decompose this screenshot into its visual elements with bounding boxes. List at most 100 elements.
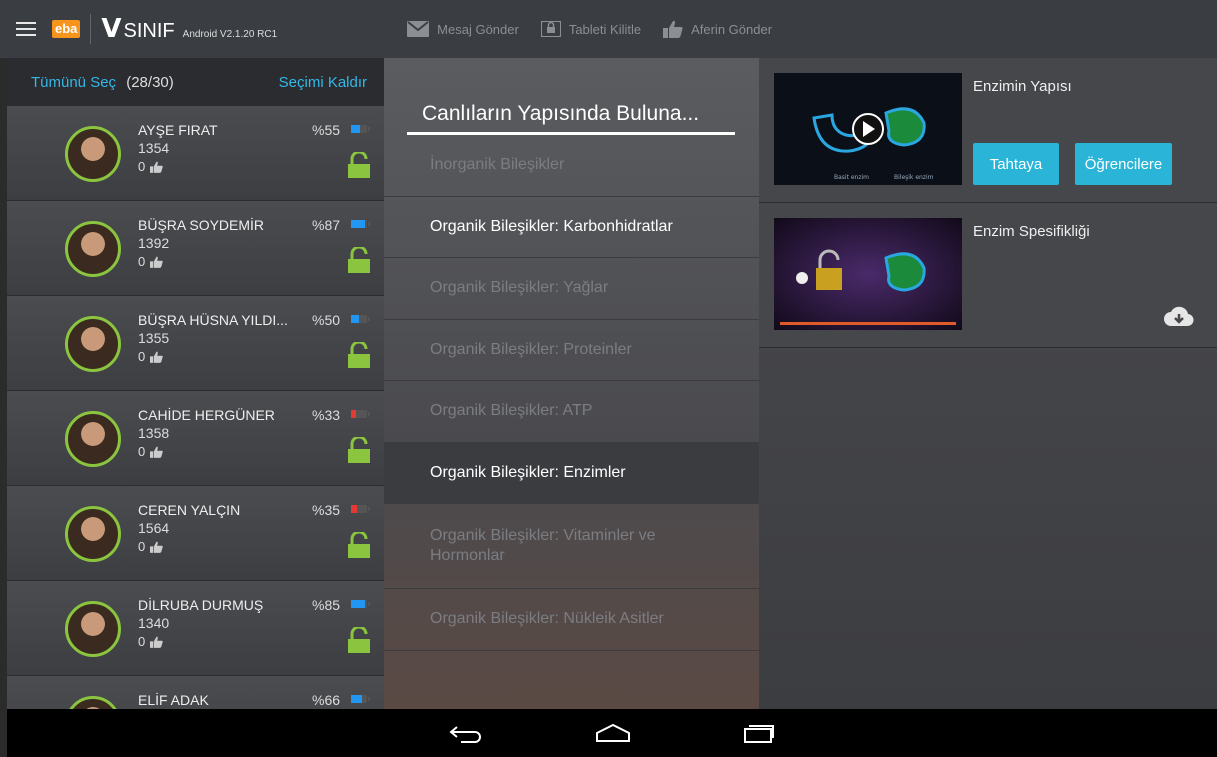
video-item[interactable]: Basit enzim Bileşik enzim Enzimin Yapısı… <box>759 58 1217 203</box>
send-praise-label: Aferin Gönder <box>691 21 773 37</box>
student-avatar <box>65 601 121 657</box>
battery-icon <box>351 600 370 608</box>
cloud-download-icon[interactable] <box>1163 306 1195 328</box>
system-nav-bar <box>7 709 1217 757</box>
student-avatar <box>65 411 121 467</box>
likes-count: 0 <box>138 444 146 459</box>
student-name: AYŞE FIRAT <box>138 122 218 138</box>
student-avatar <box>65 221 121 277</box>
topic-item[interactable]: Organik Bileşikler: Karbonhidratlar <box>384 197 759 258</box>
thumbs-up-icon <box>150 351 163 363</box>
student-avatar <box>65 126 121 182</box>
selected-count: (28/30) <box>126 73 174 91</box>
back-icon[interactable] <box>449 723 483 743</box>
battery-icon <box>351 410 370 418</box>
battery-fill <box>351 410 356 418</box>
student-row[interactable]: CAHİDE HERGÜNER 1358 0 %33 <box>7 391 384 486</box>
unlocked-icon[interactable] <box>347 437 371 463</box>
lock-key-illustration <box>774 218 962 330</box>
student-likes: 0 <box>138 634 163 649</box>
video-title: Enzim Spesifikliği <box>973 223 1090 240</box>
video-item[interactable]: Enzim Spesifikliği <box>759 203 1217 348</box>
battery-fill <box>351 315 359 323</box>
thumbs-up-icon <box>150 446 163 458</box>
battery-fill <box>351 220 365 228</box>
app-title: V SINIF Android V2.1.20 RC1 <box>101 14 277 44</box>
student-avatar <box>65 696 121 709</box>
student-row[interactable]: AYŞE FIRAT 1354 0 %55 <box>7 106 384 201</box>
student-row[interactable]: BÜŞRA SOYDEMİR 1392 0 %87 <box>7 201 384 296</box>
student-number: 1340 <box>138 615 170 631</box>
topic-item[interactable]: Organik Bileşikler: ATP <box>384 381 759 443</box>
menu-icon[interactable] <box>16 22 36 36</box>
topic-item-selected[interactable]: Organik Bileşikler: Enzimler <box>384 442 759 504</box>
thumbs-up-icon <box>150 541 163 553</box>
student-number: 1564 <box>138 520 170 536</box>
unlocked-icon[interactable] <box>347 532 371 558</box>
topics-panel: Canlıların Yapısında Buluna... İnorganik… <box>384 58 759 709</box>
unlocked-icon[interactable] <box>347 627 371 653</box>
send-to-board-button[interactable]: Tahtaya <box>973 143 1059 185</box>
student-name: ELİF ADAK <box>138 692 209 708</box>
battery-fill <box>351 125 360 133</box>
deselect-button[interactable]: Seçimi Kaldır <box>279 74 367 91</box>
student-likes: 0 <box>138 254 163 269</box>
student-row[interactable]: BÜŞRA HÜSNA YILDI... 1355 0 %50 <box>7 296 384 391</box>
home-icon[interactable] <box>595 723 631 743</box>
student-row[interactable]: CEREN YALÇIN 1564 0 %35 <box>7 486 384 581</box>
student-name: CAHİDE HERGÜNER <box>138 407 275 423</box>
lock-tablet-button[interactable]: Tableti Kilitle <box>540 21 641 37</box>
tablet-lock-icon <box>540 21 561 37</box>
students-header: Tümünü Seç (28/30) Seçimi Kaldır <box>7 58 384 106</box>
student-name: CEREN YALÇIN <box>138 502 241 518</box>
battery-percent: %33 <box>312 407 341 423</box>
topic-item[interactable]: Organik Bileşikler: Nükleik Asitler <box>384 589 759 651</box>
topic-item[interactable]: Organik Bileşikler: Proteinler <box>384 320 759 381</box>
topic-item[interactable]: İnorganik Bileşikler <box>384 135 759 197</box>
battery-icon <box>351 505 370 513</box>
battery-percent: %50 <box>312 312 341 328</box>
likes-count: 0 <box>138 159 146 174</box>
topic-item[interactable]: Organik Bileşikler: Vitaminler ve Hormon… <box>384 504 759 589</box>
unit-title: Canlıların Yapısında Buluna... <box>422 102 700 125</box>
envelope-icon <box>407 21 430 37</box>
recents-icon[interactable] <box>743 722 775 744</box>
battery-percent: %55 <box>312 122 341 138</box>
action-bar: eba V SINIF Android V2.1.20 RC1 Mesaj Gö… <box>0 0 1217 58</box>
select-all-button[interactable]: Tümünü Seç <box>31 74 116 91</box>
video-title: Enzimin Yapısı <box>973 78 1072 95</box>
title-underline <box>407 132 735 135</box>
student-row[interactable]: ELİF ADAK %66 <box>7 676 384 709</box>
topic-header: Canlıların Yapısında Buluna... <box>384 58 759 135</box>
caption-compound-enzyme: Bileşik enzim <box>894 174 934 181</box>
student-likes: 0 <box>138 349 163 364</box>
unlocked-icon[interactable] <box>347 342 371 368</box>
video-thumbnail[interactable] <box>774 218 962 330</box>
topic-item[interactable]: Organik Bileşikler: Yağlar <box>384 258 759 320</box>
unlocked-icon[interactable] <box>347 152 371 178</box>
battery-fill <box>351 600 365 608</box>
battery-icon <box>351 315 370 323</box>
student-avatar <box>65 506 121 562</box>
video-thumbnail[interactable]: Basit enzim Bileşik enzim <box>774 73 962 185</box>
student-name: BÜŞRA SOYDEMİR <box>138 217 265 233</box>
thumbs-up-icon <box>663 20 683 38</box>
app-version: Android V2.1.20 RC1 <box>182 29 278 40</box>
send-to-students-button[interactable]: Öğrencilere <box>1075 143 1172 185</box>
battery-fill <box>351 505 357 513</box>
student-name: BÜŞRA HÜSNA YILDI... <box>138 312 288 328</box>
enzyme-illustration: Basit enzim Bileşik enzim <box>774 73 962 185</box>
battery-percent: %85 <box>312 597 341 613</box>
unlocked-icon[interactable] <box>347 247 371 273</box>
send-message-button[interactable]: Mesaj Gönder <box>407 21 519 37</box>
student-number: 1358 <box>138 425 170 441</box>
send-praise-button[interactable]: Aferin Gönder <box>663 20 772 38</box>
student-row[interactable]: DİLRUBA DURMUŞ 1340 0 %85 <box>7 581 384 676</box>
likes-count: 0 <box>138 349 146 364</box>
thumbs-up-icon <box>150 636 163 648</box>
logo-divider <box>90 14 92 44</box>
app-name: SINIF <box>123 20 175 42</box>
videos-panel: Basit enzim Bileşik enzim Enzimin Yapısı… <box>759 58 1217 709</box>
student-avatar <box>65 316 121 372</box>
student-number: 1354 <box>138 140 170 156</box>
